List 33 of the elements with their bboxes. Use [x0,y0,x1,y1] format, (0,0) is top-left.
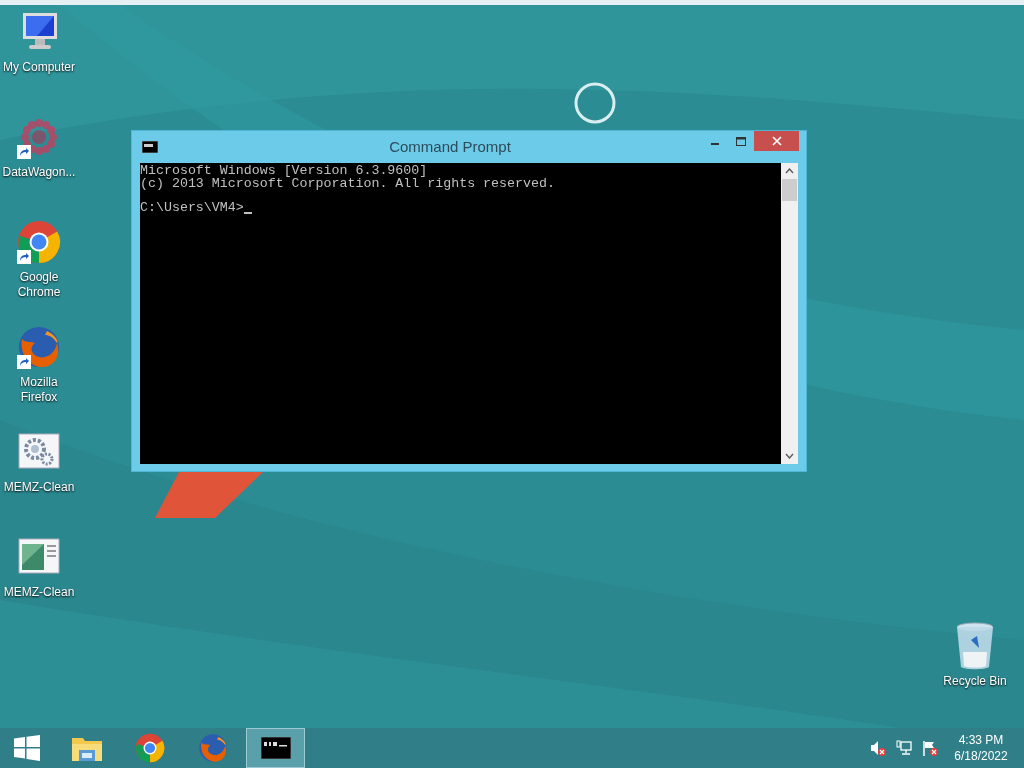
chrome-icon[interactable] [134,733,165,763]
windows-logo-icon[interactable] [13,735,40,761]
recycle-bin-icon[interactable] [955,622,995,670]
shortcut-arrow-icon [17,355,31,369]
clock-date[interactable]: 6/18/2022 [954,748,1008,764]
desktop-icon-label[interactable]: Mozilla Firefox [2,375,76,405]
desktop-icon-label[interactable]: MEMZ-Clean [2,585,76,600]
desktop-icon-label[interactable]: Google Chrome [2,270,76,300]
command-prompt: C:\Users\VM4> [140,202,244,215]
shortcut-arrow-icon [17,145,31,159]
window-title: Command Prompt [388,136,512,157]
desktop-icon-label[interactable]: MEMZ-Clean [2,480,76,495]
flag-icon[interactable] [922,740,938,756]
console-line: (c) 2013 Microsoft Corporation. All rights reserved. [140,177,555,190]
network-icon[interactable] [896,740,912,756]
maximize-icon [736,137,746,147]
console-line: Microsoft Windows [Version 6.3.9600] [140,165,428,178]
firefox-icon[interactable] [17,325,61,369]
desktop-icon-label[interactable]: DataWagon... [2,165,76,180]
clock-time[interactable]: 4:33 PM [958,732,1004,748]
desktop-icon-label[interactable]: My Computer [2,60,76,75]
desktop-icon-label[interactable]: Recycle Bin [943,674,1007,689]
shortcut-arrow-icon [17,250,31,264]
speaker-muted-icon[interactable] [870,740,886,756]
chrome-icon[interactable] [17,220,61,264]
text-cursor [243,211,252,214]
scrollbar[interactable] [781,163,798,464]
close-icon [771,136,782,146]
scrollbar-thumb[interactable] [782,179,797,201]
console-output[interactable]: Microsoft Windows [Version 6.3.9600] (c) 2013 Microsoft Corporation. All rights reserved. C:\Users\VM4> [140,163,781,464]
console-icon [142,141,158,153]
console-icon[interactable] [260,737,291,759]
taskbar-item[interactable] [246,728,305,768]
